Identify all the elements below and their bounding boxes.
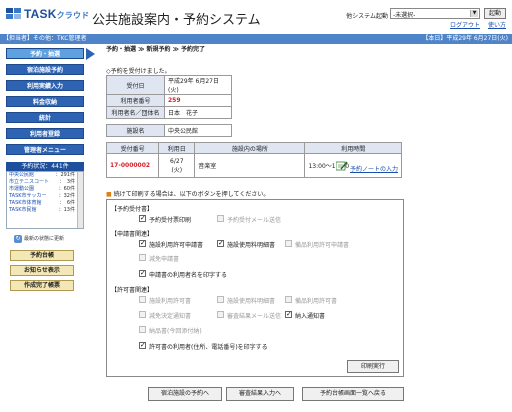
permit-fee-checkbox[interactable]: 施設使用料明細書 — [217, 296, 275, 305]
permit-result-mail-checkbox[interactable]: 審査結果メール送信 — [217, 311, 281, 320]
breadcrumb-item: 新規予約 — [146, 46, 171, 53]
permit-invoice-checkbox[interactable]: 納入通知書 — [285, 310, 325, 320]
today-date: 【本日】平成29年 6月27日(火) — [422, 35, 508, 42]
operator-info: 【担当者】その他：TKC管理者 — [3, 35, 87, 42]
column-header: 利用時間 — [304, 142, 402, 154]
application-equipment-checkbox[interactable]: 備品利用許可申請書 — [285, 240, 349, 249]
refresh-icon: ↻ — [14, 235, 22, 243]
reservation-count-list: 中央公民館 ：291件 市立テニスコート： 3件 市運動公園 ：60件 TASK市サ… — [6, 171, 84, 229]
header-links: ログアウト 使い方 — [444, 20, 506, 29]
breadcrumb: 予約・抽選 ≫ 新規予約 ≫ 予約完了 — [106, 46, 205, 53]
print-note: ■ 続けて印刷する場合は、以下のボタンを押してください。 — [106, 191, 270, 198]
print-options-panel: 【予約受付書】 予約受付票印刷 予約受付メール送信 【申請書関連】 施設利用許可… — [106, 199, 404, 377]
sidebar-item-admin[interactable]: 管理者メニュー — [6, 144, 84, 155]
sidebar-item-fee[interactable]: 料金収納 — [6, 96, 84, 107]
notice-button[interactable]: お知らせ表示 — [10, 265, 74, 276]
review-result-button[interactable]: 審査結果入力へ — [226, 387, 294, 401]
sidebar-item-lodging[interactable]: 宿泊施設予約 — [6, 64, 84, 75]
start-button[interactable]: 起動 — [484, 8, 506, 19]
sidebar-item-stats[interactable]: 統計 — [6, 112, 84, 123]
print-execute-button[interactable]: 印刷実行 — [347, 360, 399, 373]
completed-report-button[interactable]: 作成完了帳票 — [10, 280, 74, 291]
chevron-down-icon: ▼ — [470, 10, 478, 17]
user-name-label: 利用者名／団体名 — [106, 106, 165, 119]
sidebar-item-usage-input[interactable]: 利用実績入力 — [6, 80, 84, 91]
permit-facility-checkbox[interactable]: 施設利用許可書 — [139, 296, 191, 305]
list-item[interactable]: TASK市民館 ：13件 — [7, 207, 83, 214]
reservation-count-header: 予約状況：441件 — [6, 162, 84, 171]
application-reduction-checkbox[interactable]: 減免申請書 — [139, 254, 179, 263]
system-select-label: 他システム起動 — [346, 13, 388, 20]
reservation-date: 6/27 (火) — [158, 153, 196, 178]
back-to-ledger-button[interactable]: 予約台帳画面一覧へ戻る — [302, 387, 404, 401]
permit-print-name-checkbox[interactable]: 許可書の利用者(住所、電話番号)を印字する — [139, 341, 268, 351]
bullet-icon: ■ — [106, 191, 112, 198]
system-launcher: 他システム起動 -未選択- ▼ 起動 — [306, 8, 506, 20]
main-content: 予約・抽選 ≫ 新規予約 ≫ 予約完了 ◇予約を受付けました。 受付日 平成29… — [105, 44, 510, 412]
breadcrumb-item: 予約完了 — [180, 46, 205, 53]
reservation-note-label: 予約ノートの入力 — [350, 166, 399, 173]
reservation-no: 17-0000002 — [105, 153, 160, 178]
reservation-note-link[interactable]: 予約ノートの入力 — [336, 161, 399, 173]
sidebar-item-reservation[interactable]: 予約・抽選 — [6, 48, 84, 59]
application-permit-checkbox[interactable]: 施設利用許可申請書 — [139, 239, 203, 249]
list-item[interactable]: TASK市サッカー ：32件 — [7, 193, 83, 200]
list-item[interactable]: 中央公民館 ：291件 — [7, 172, 83, 179]
section-receipt-title: 【予約受付書】 — [111, 206, 154, 213]
column-header: 受付番号 — [105, 142, 160, 154]
breadcrumb-item: 予約・抽選 — [106, 46, 137, 53]
lodging-reservation-button[interactable]: 宿泊施設の予約へ — [148, 387, 222, 401]
permit-delivery-checkbox[interactable]: 納品書(今回添付納) — [139, 326, 202, 335]
facility-value: 中央公民館 — [164, 124, 232, 137]
list-item[interactable]: 市立テニスコート： 3件 — [7, 179, 83, 186]
page-title: 公共施設案内・予約システム — [92, 13, 261, 28]
logo: TASKクラウド — [6, 5, 90, 23]
facility-label: 施設名 — [106, 124, 165, 137]
sidebar: 予約・抽選 宿泊施設予約 利用実績入力 料金収納 統計 利用者登録 管理者メニュ… — [0, 44, 95, 412]
user-no-label: 利用者番号 — [106, 94, 165, 107]
refresh-button[interactable]: ↻ 最新の状態に更新 — [14, 234, 84, 244]
reservation-place: 音楽室 — [194, 153, 306, 178]
application-print-name-checkbox[interactable]: 申請書の利用者名を印字する — [139, 269, 227, 279]
logo-text: TASKクラウド — [24, 7, 90, 21]
column-header: 利用日 — [158, 142, 196, 154]
active-indicator-icon — [86, 48, 95, 60]
info-bar: 【担当者】その他：TKC管理者 【本日】平成29年 6月27日(火) — [0, 34, 512, 44]
logout-link[interactable]: ログアウト — [450, 22, 480, 29]
section-permit-title: 【許可書関連】 — [111, 287, 154, 294]
sidebar-item-user-register[interactable]: 利用者登録 — [6, 128, 84, 139]
help-link[interactable]: 使い方 — [488, 22, 506, 29]
list-item[interactable]: TASK市体育館： 6件 — [7, 200, 83, 207]
done-message: ◇予約を受付けました。 — [106, 68, 171, 75]
user-table: 利用者番号 259 利用者名／団体名 日本 花子 — [106, 94, 232, 119]
permit-equipment-checkbox[interactable]: 備品利用許可書 — [285, 296, 337, 305]
user-name-value: 日本 花子 — [164, 106, 232, 119]
list-item[interactable]: 市運動公園 ：60件 — [7, 186, 83, 193]
application-fee-checkbox[interactable]: 施設使用料明細書 — [217, 239, 275, 249]
refresh-label: 最新の状態に更新 — [24, 236, 65, 242]
permit-reduction-checkbox[interactable]: 減免決定通知書 — [139, 311, 191, 320]
receipt-mail-checkbox[interactable]: 予約受付メール送信 — [217, 215, 281, 224]
system-select[interactable]: -未選択- ▼ — [390, 8, 480, 19]
logo-mark-icon — [6, 8, 21, 19]
section-application-title: 【申請書関連】 — [111, 231, 154, 238]
column-header: 施設内の場所 — [194, 142, 306, 154]
scrollbar[interactable] — [77, 172, 83, 228]
user-no-value: 259 — [164, 94, 232, 107]
receipt-print-checkbox[interactable]: 予約受付票印刷 — [139, 214, 191, 224]
accept-date-label: 受付日 — [106, 75, 165, 95]
accept-date-table: 受付日 平成29年 6月27日(火) — [106, 75, 232, 95]
header: TASKクラウド 公共施設案内・予約システム 他システム起動 -未選択- ▼ 起… — [0, 0, 512, 34]
pencil-icon — [336, 161, 348, 171]
facility-table: 施設名 中央公民館 — [106, 124, 232, 137]
reservation-ledger-button[interactable]: 予約台帳 — [10, 250, 74, 261]
accept-date-value: 平成29年 6月27日(火) — [164, 75, 232, 95]
